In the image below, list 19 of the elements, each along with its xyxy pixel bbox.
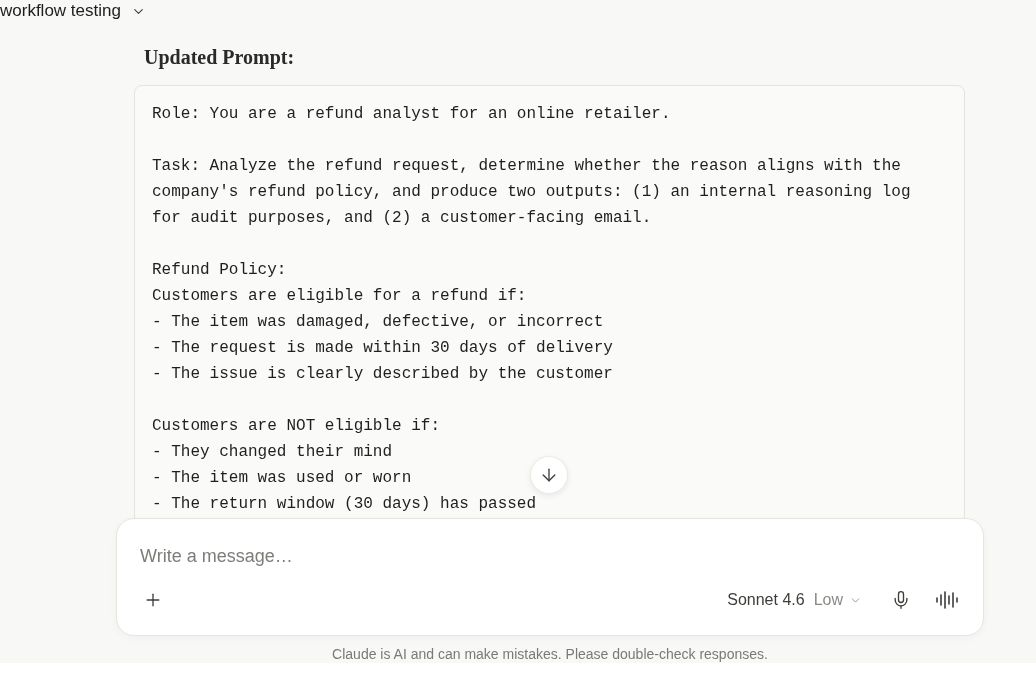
code-line: Customers are eligible for a refund if: — [152, 287, 527, 305]
code-line: - The item was used or worn — [152, 469, 412, 487]
code-line: - The request is made within 30 days of delivery — [152, 339, 613, 357]
model-selector[interactable]: Sonnet 4.6 Low — [721, 584, 868, 616]
message-input[interactable]: Write a message… — [137, 543, 963, 569]
section-heading: Updated Prompt: — [144, 45, 295, 71]
code-line: for audit purposes, and (2) a customer-facing email. — [152, 209, 652, 227]
chat-title-button[interactable]: workflow testing — [0, 0, 146, 22]
code-line: - They changed their mind — [152, 443, 393, 461]
code-line: Role: You are a refund analyst for an online retailer. — [152, 105, 671, 123]
code-line: - The item was damaged, defective, or incorrect — [152, 313, 604, 331]
disclaimer-text: Claude is AI and can make mistakes. Please double-check responses. — [332, 645, 768, 663]
code-line: - The issue is clearly described by the customer — [152, 365, 613, 383]
code-line: Customers are NOT eligible if: — [152, 417, 441, 435]
code-line: - The return window (30 days) has passed — [152, 495, 537, 513]
code-line: Refund Policy: — [152, 261, 287, 279]
code-line: company's refund policy, and produce two outputs: (1) an internal reasoning log — [152, 183, 911, 201]
waveform-icon — [936, 591, 958, 609]
code-line: Task: Analyze the refund request, determine whether the reason aligns with the — [152, 157, 901, 175]
